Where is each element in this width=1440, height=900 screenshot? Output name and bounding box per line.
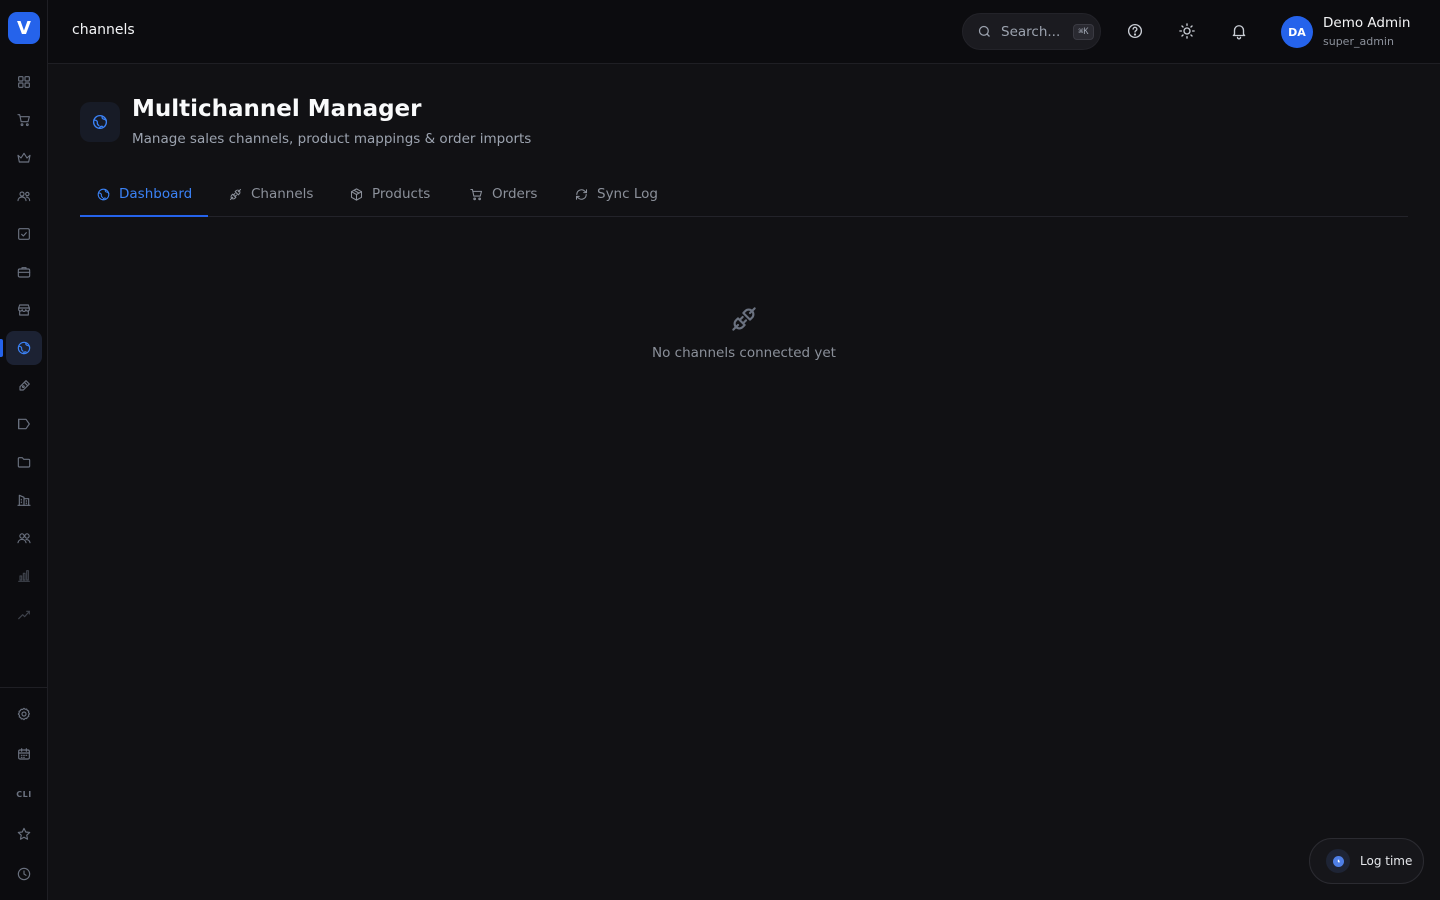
globe-icon <box>92 114 108 130</box>
sidebar-item-tasks[interactable] <box>6 217 42 251</box>
header-title: channels <box>72 22 135 38</box>
tab-dashboard[interactable]: Dashboard <box>80 172 209 217</box>
page-header-icon <box>80 102 120 142</box>
tab-label: Products <box>372 186 431 202</box>
sidebar-item-calendar[interactable] <box>6 737 42 771</box>
sidebar-item-cli[interactable]: CLI <box>6 777 42 811</box>
sidebar-item-premium[interactable] <box>6 141 42 175</box>
plug-icon <box>229 188 242 200</box>
empty-state-icon <box>728 303 760 335</box>
refresh-icon <box>575 188 588 200</box>
page-subtitle: Manage sales channels, product mappings … <box>132 131 532 147</box>
cart-icon <box>470 188 483 200</box>
sidebar-item-dashboard[interactable] <box>6 65 42 99</box>
active-indicator <box>0 339 3 357</box>
trend-icon <box>18 610 30 620</box>
page-title: Multichannel Manager <box>132 96 422 122</box>
sidebar-item-files[interactable] <box>6 445 42 479</box>
sidebar-item-reports[interactable] <box>6 559 42 593</box>
globe-icon <box>97 188 110 200</box>
sidebar-item-settings[interactable] <box>6 697 42 731</box>
help-button[interactable] <box>1124 20 1146 42</box>
clock-icon <box>17 867 31 881</box>
search-shortcut: ⌘K <box>1073 23 1094 40</box>
empty-state-message: No channels connected yet <box>652 345 836 361</box>
notifications-button[interactable] <box>1228 20 1250 42</box>
sidebar: V CLI <box>0 0 48 900</box>
sidebar-item-analytics[interactable] <box>6 597 42 631</box>
sidebar-item-history[interactable] <box>6 857 42 891</box>
tab-channels[interactable]: Channels <box>212 172 329 216</box>
sidebar-item-sales[interactable] <box>6 103 42 137</box>
top-header: channels Search... ⌘K DA Demo Admin supe… <box>48 0 1440 64</box>
sidebar-item-contacts[interactable] <box>6 179 42 213</box>
search-button[interactable]: Search... ⌘K <box>962 13 1101 50</box>
tab-bar: Dashboard Channels Products Orders Sync … <box>80 172 1408 217</box>
search-icon <box>978 25 990 37</box>
tab-products[interactable]: Products <box>333 172 446 216</box>
tab-orders[interactable]: Orders <box>453 172 553 216</box>
sidebar-item-marketing[interactable] <box>6 407 42 441</box>
building-icon <box>17 494 31 506</box>
sidebar-item-favorites[interactable] <box>6 817 42 851</box>
sidebar-item-store[interactable] <box>6 293 42 327</box>
checkbox-icon <box>18 228 30 240</box>
user-role: super_admin <box>1323 35 1394 48</box>
pen-icon <box>19 380 30 391</box>
sidebar-item-projects[interactable] <box>6 255 42 289</box>
team-icon <box>17 533 31 544</box>
log-time-label: Log time <box>1360 854 1413 868</box>
plug-icon <box>732 307 756 331</box>
briefcase-icon <box>17 267 31 278</box>
star-icon <box>17 827 31 840</box>
user-avatar[interactable]: DA <box>1281 16 1313 48</box>
tab-label: Channels <box>251 186 314 202</box>
store-icon <box>18 304 30 316</box>
user-name[interactable]: Demo Admin <box>1323 15 1410 31</box>
globe-icon <box>17 341 31 355</box>
megaphone-icon <box>18 418 30 430</box>
users-icon <box>17 191 31 202</box>
tab-label: Dashboard <box>119 186 193 202</box>
help-icon <box>1127 23 1143 39</box>
bar-chart-icon <box>18 570 30 582</box>
cli-label: CLI <box>16 789 32 799</box>
box-icon <box>350 187 363 201</box>
log-time-button[interactable]: Log time <box>1309 838 1424 884</box>
folder-icon <box>17 457 31 468</box>
settings-icon <box>17 707 31 721</box>
sidebar-item-channels[interactable] <box>6 331 42 365</box>
sidebar-item-team[interactable] <box>6 521 42 555</box>
timer-icon <box>1326 849 1350 873</box>
sidebar-divider <box>0 687 48 688</box>
bell-icon <box>1232 25 1246 40</box>
cart-icon <box>17 114 30 127</box>
app-logo[interactable]: V <box>8 12 40 44</box>
search-placeholder: Search... <box>1001 23 1061 40</box>
tab-label: Sync Log <box>597 186 658 202</box>
theme-toggle-button[interactable] <box>1176 20 1198 42</box>
calendar-icon <box>18 748 30 760</box>
dashboard-grid-icon <box>18 76 30 88</box>
crown-icon <box>17 152 31 163</box>
sidebar-item-companies[interactable] <box>6 483 42 517</box>
tab-sync-log[interactable]: Sync Log <box>558 172 674 216</box>
sun-icon <box>1179 23 1195 39</box>
tab-label: Orders <box>492 186 538 202</box>
sidebar-item-content[interactable] <box>6 369 42 403</box>
